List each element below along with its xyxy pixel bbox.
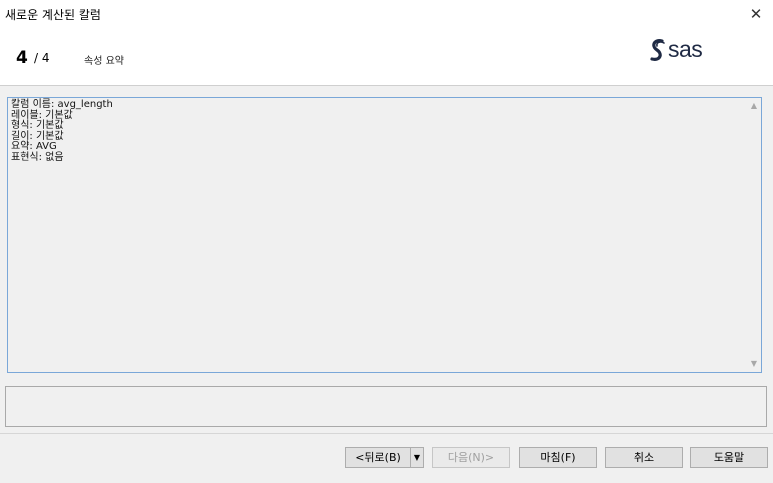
sas-logo: sas	[648, 36, 730, 66]
step-total: / 4	[34, 51, 50, 65]
step-current: 4	[16, 48, 28, 68]
footer-divider	[0, 433, 773, 434]
title-bar: 새로운 계산된 칼럼 ✕	[0, 0, 773, 28]
next-button[interactable]: 다음(N)>	[432, 447, 510, 468]
back-dropdown-icon[interactable]: ▼	[410, 447, 424, 468]
finish-button[interactable]: 마침(F)	[519, 447, 597, 468]
summary-content: 칼럼 이름: avg_length 레이블: 기본값 형식: 기본값 길이: 기…	[11, 99, 113, 163]
step-title: 속성 요약	[84, 56, 124, 67]
help-button[interactable]: 도움말	[690, 447, 768, 468]
back-button[interactable]: <뒤로(B)	[345, 447, 411, 468]
description-box	[5, 386, 767, 427]
window-title: 새로운 계산된 칼럼	[5, 8, 101, 22]
scroll-up-icon[interactable]: ▲	[751, 101, 757, 110]
close-icon[interactable]: ✕	[743, 2, 769, 26]
sas-logo-mark-icon	[650, 39, 665, 61]
cancel-button[interactable]: 취소	[605, 447, 683, 468]
wizard-header: 4 / 4 속성 요약 sas	[0, 28, 773, 86]
sas-logo-text: sas	[668, 36, 703, 62]
summary-textbox[interactable]: 칼럼 이름: avg_length 레이블: 기본값 형식: 기본값 길이: 기…	[7, 97, 762, 373]
scroll-down-icon[interactable]: ▼	[751, 359, 757, 368]
